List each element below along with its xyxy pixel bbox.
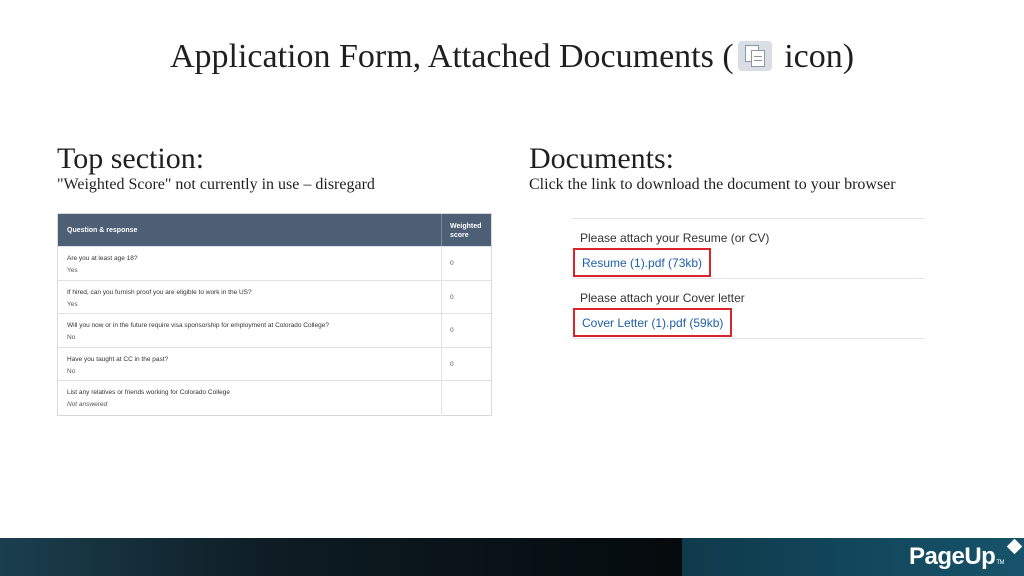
question-text: Are you at least age 18?	[67, 255, 138, 262]
table-row: Are you at least age 18? Yes 0	[58, 246, 491, 280]
pageup-logo: PageUpTM	[908, 543, 1005, 571]
footer-right-band: PageUpTM	[682, 538, 1024, 576]
score-value	[441, 381, 491, 414]
answer-text: Not answered	[67, 401, 108, 408]
footer-left-band	[0, 538, 682, 576]
score-value: 0	[441, 280, 491, 313]
header-weighted-line1: Weighted	[450, 223, 482, 230]
question-response-table: Question & response Weighted score Are y…	[57, 213, 492, 416]
slide-title: Application Form, Attached Documents ( i…	[0, 38, 1024, 76]
title-text-end: icon)	[775, 38, 855, 75]
highlight-box: Cover Letter (1).pdf (59kb)	[573, 308, 733, 337]
score-value: 0	[441, 247, 491, 280]
question-text: If hired, can you furnish proof you are …	[67, 288, 252, 296]
cover-letter-label: Please attach your Cover letter	[580, 291, 745, 305]
documents-subtitle: Click the link to download the document …	[529, 176, 896, 193]
answer-text: No	[67, 334, 76, 341]
title-text-start: Application Form, Attached Documents (	[169, 38, 734, 75]
resume-download-link[interactable]: Resume (1).pdf (73kb)	[582, 256, 702, 270]
table-row: If hired, can you furnish proof you are …	[58, 279, 491, 313]
resume-label: Please attach your Resume (or CV)	[580, 231, 770, 245]
table-header: Question & response Weighted score	[58, 214, 491, 246]
logo-trademark: TM	[996, 560, 1004, 566]
question-text: Have you taught at CC in the past?	[67, 355, 169, 363]
document-item: Please attach your Cover letter Cover Le…	[572, 279, 925, 338]
answer-text: Yes	[67, 267, 78, 274]
highlight-box: Resume (1).pdf (73kb)	[573, 248, 712, 277]
table-row: List any relatives or friends working fo…	[58, 380, 491, 414]
diamond-icon	[1006, 538, 1023, 555]
documents-panel: Please attach your Resume (or CV) Resume…	[572, 218, 925, 339]
header-weighted-line2: score	[450, 232, 469, 239]
logo-text: PageUp	[908, 543, 996, 570]
question-text: Will you now or in the future require vi…	[67, 322, 329, 329]
top-section-subtitle: "Weighted Score" not currently in use – …	[57, 176, 375, 193]
score-value: 0	[441, 314, 491, 347]
cover-letter-download-link[interactable]: Cover Letter (1).pdf (59kb)	[582, 316, 723, 330]
document-item: Please attach your Resume (or CV) Resume…	[572, 219, 925, 278]
documents-icon	[737, 41, 772, 71]
question-text: List any relatives or friends working fo…	[67, 389, 230, 396]
score-value: 0	[441, 347, 491, 380]
answer-text: No	[67, 367, 76, 375]
header-weighted-score: Weighted score	[441, 214, 491, 246]
top-section-heading: Top section:	[57, 142, 205, 175]
footer-bar: PageUpTM	[0, 538, 1024, 576]
table-row: Have you taught at CC in the past? No 0	[58, 346, 491, 380]
table-row: Will you now or in the future require vi…	[58, 313, 491, 347]
documents-heading: Documents:	[529, 142, 674, 175]
divider	[572, 338, 925, 339]
header-question-response: Question & response	[67, 227, 138, 234]
answer-text: Yes	[67, 300, 78, 308]
